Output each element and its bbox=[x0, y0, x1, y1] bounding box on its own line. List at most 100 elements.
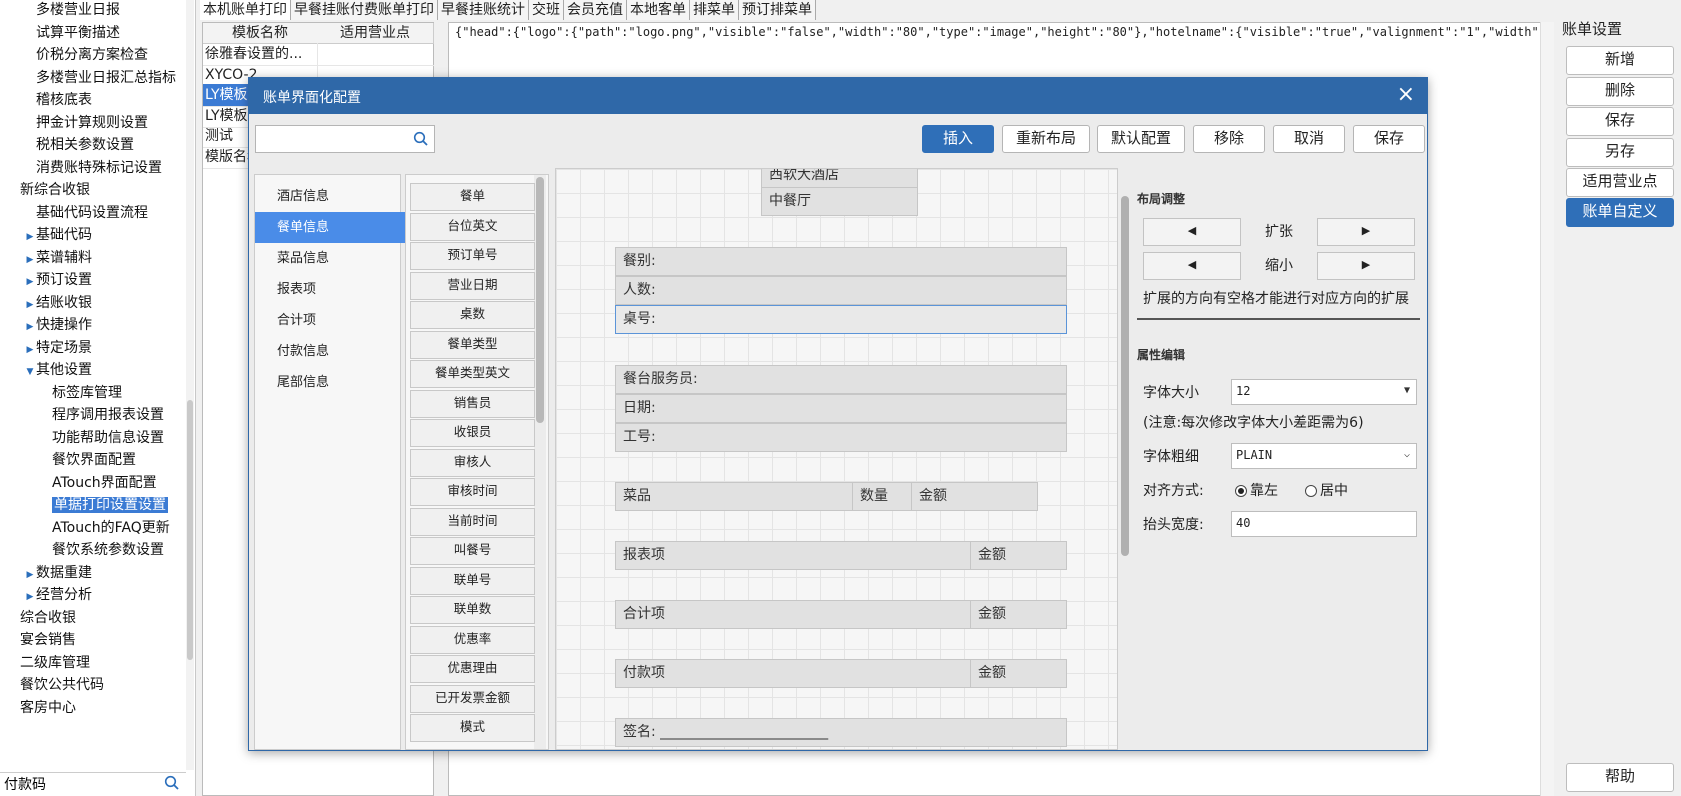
outlet-button[interactable]: 适用营业点 bbox=[1566, 168, 1674, 197]
column-header-outlet[interactable]: 适用营业点 bbox=[317, 23, 434, 44]
dialog-save-button[interactable]: 保存 bbox=[1353, 125, 1425, 153]
tree-item[interactable]: 餐饮公共代码 bbox=[8, 673, 104, 697]
tree-item[interactable]: 标签库管理 bbox=[40, 381, 122, 405]
tree-item[interactable]: ▶ 结账收银 bbox=[24, 291, 92, 315]
remove-button[interactable]: 移除 bbox=[1193, 125, 1265, 153]
field-button[interactable]: 预订单号 bbox=[410, 242, 535, 270]
shrink-left-button[interactable]: ◀ bbox=[1143, 252, 1241, 280]
align-left-option[interactable]: 靠左 bbox=[1235, 480, 1278, 500]
field-button[interactable]: 餐单类型英文 bbox=[410, 360, 535, 388]
field-button[interactable]: 餐单类型 bbox=[410, 330, 535, 359]
canvas-table-number[interactable]: 桌号: bbox=[615, 305, 1067, 334]
bill-customize-button[interactable]: 账单自定义 bbox=[1566, 198, 1674, 227]
field-button[interactable]: 审核时间 bbox=[410, 478, 535, 506]
search-icon[interactable] bbox=[164, 775, 180, 795]
tree-item[interactable]: 试算平衡描述 bbox=[24, 21, 120, 45]
column-header-template-name[interactable]: 模板名称 bbox=[203, 23, 318, 44]
save-as-button[interactable]: 另存 bbox=[1566, 138, 1674, 167]
tree-item[interactable]: 餐饮界面配置 bbox=[40, 448, 136, 472]
tree-item[interactable]: 功能帮助信息设置 bbox=[40, 426, 164, 450]
canvas-total-header[interactable]: 合计项 bbox=[615, 600, 979, 629]
canvas-amount-header[interactable]: 金额 bbox=[911, 482, 1038, 511]
font-size-select[interactable]: 12 ▼ bbox=[1231, 379, 1417, 405]
field-button[interactable]: 叫餐号 bbox=[410, 537, 535, 565]
font-weight-select[interactable]: PLAIN ⌵ bbox=[1231, 443, 1417, 469]
align-center-option[interactable]: 居中 bbox=[1305, 480, 1348, 500]
tab[interactable]: 本机账单打印 bbox=[200, 0, 291, 20]
tab[interactable]: 会员充值 bbox=[564, 0, 627, 20]
tree-item[interactable]: 消费账特殊标记设置 bbox=[24, 156, 162, 180]
tree-item[interactable]: ▶ 预订设置 bbox=[24, 268, 92, 292]
canvas-payment-amount[interactable]: 金额 bbox=[970, 659, 1067, 688]
tree-item[interactable]: 餐饮系统参数设置 bbox=[40, 538, 164, 562]
relayout-button[interactable]: 重新布局 bbox=[1002, 125, 1090, 153]
tree-item[interactable]: ▶ 数据重建 bbox=[24, 561, 92, 585]
tree-item[interactable]: ▶ 菜谱辅料 bbox=[24, 246, 92, 270]
shrink-right-button[interactable]: ▶ bbox=[1317, 252, 1415, 280]
bill-layout-canvas[interactable]: 西软大酒店 中餐厅 餐别: 人数: 桌号: 餐台服务员: 日期: 工号: 菜品 … bbox=[555, 168, 1118, 750]
category-item[interactable]: 尾部信息 bbox=[255, 367, 422, 398]
tree-item[interactable]: 价税分离方案检查 bbox=[24, 43, 148, 67]
field-button[interactable]: 营业日期 bbox=[410, 271, 535, 300]
canvas-guest-count[interactable]: 人数: bbox=[615, 276, 1067, 305]
field-button[interactable]: 联单号 bbox=[410, 566, 535, 595]
field-button[interactable]: 台位英文 bbox=[410, 212, 535, 241]
canvas-report-header[interactable]: 报表项 bbox=[615, 541, 979, 570]
field-search-input[interactable] bbox=[256, 126, 412, 152]
canvas-waiter[interactable]: 餐台服务员: bbox=[615, 365, 1067, 394]
field-button[interactable]: 模式 bbox=[410, 714, 535, 742]
help-button[interactable]: 帮助 bbox=[1566, 763, 1674, 792]
canvas-restaurant-name[interactable]: 中餐厅 bbox=[761, 187, 918, 216]
tab[interactable]: 交班 bbox=[529, 0, 564, 20]
field-button[interactable]: 联单数 bbox=[410, 596, 535, 624]
canvas-report-amount[interactable]: 金额 bbox=[970, 541, 1067, 570]
insert-button[interactable]: 插入 bbox=[922, 125, 994, 153]
tree-item[interactable]: 单据打印设置设置 bbox=[40, 493, 168, 517]
expand-left-button[interactable]: ◀ bbox=[1143, 218, 1241, 246]
add-button[interactable]: 新增 bbox=[1566, 46, 1674, 75]
tree-item[interactable]: 二级库管理 bbox=[8, 651, 90, 675]
field-button[interactable]: 优惠理由 bbox=[410, 655, 535, 683]
canvas-meal-type[interactable]: 餐别: bbox=[615, 247, 1067, 276]
header-width-input[interactable]: 40 bbox=[1231, 511, 1417, 537]
tree-item[interactable]: 宴会销售 bbox=[8, 628, 76, 652]
field-button[interactable]: 当前时间 bbox=[410, 507, 535, 536]
tree-search-input[interactable] bbox=[0, 773, 158, 795]
tab[interactable]: 排菜单 bbox=[690, 0, 739, 20]
tree-item[interactable]: ▶ 基础代码 bbox=[24, 223, 92, 247]
search-icon[interactable] bbox=[413, 131, 429, 151]
tab[interactable]: 早餐挂账统计 bbox=[438, 0, 529, 20]
tree-item[interactable]: ▶ 特定场景 bbox=[24, 336, 92, 360]
cancel-button[interactable]: 取消 bbox=[1273, 125, 1345, 153]
category-item[interactable]: 菜品信息 bbox=[255, 243, 422, 274]
tab[interactable]: 本地客单 bbox=[627, 0, 690, 20]
category-item[interactable]: 餐单信息 bbox=[255, 212, 422, 243]
field-button[interactable]: 餐单 bbox=[410, 183, 535, 211]
tab[interactable]: 早餐挂账付费账单打印 bbox=[291, 0, 438, 20]
tree-item[interactable]: 基础代码设置流程 bbox=[24, 201, 148, 225]
tree-item[interactable]: 综合收银 bbox=[8, 606, 76, 630]
field-button[interactable]: 已开发票金额 bbox=[410, 684, 535, 713]
canvas-signature[interactable]: 签名: ________________________ bbox=[615, 718, 1067, 747]
tree-item[interactable]: ▼ 其他设置 bbox=[24, 358, 92, 382]
canvas-scroll-thumb[interactable] bbox=[1121, 196, 1129, 556]
tree-item[interactable]: 多楼营业日报汇总指标 bbox=[24, 66, 176, 90]
close-icon[interactable]: × bbox=[1397, 83, 1415, 107]
category-item[interactable]: 报表项 bbox=[255, 274, 422, 305]
field-list-scroll-thumb[interactable] bbox=[536, 177, 544, 423]
category-item[interactable]: 酒店信息 bbox=[255, 181, 422, 212]
expand-right-button[interactable]: ▶ bbox=[1317, 218, 1415, 246]
radio-checked-icon[interactable] bbox=[1235, 485, 1247, 497]
tree-item[interactable]: ATouch的FAQ更新 bbox=[40, 516, 170, 540]
expand-down-icon[interactable]: ▼ bbox=[24, 360, 36, 384]
field-button[interactable]: 销售员 bbox=[410, 389, 535, 418]
tree-item[interactable]: 新综合收银 bbox=[8, 178, 90, 202]
field-button[interactable]: 审核人 bbox=[410, 448, 535, 477]
category-item[interactable]: 合计项 bbox=[255, 305, 422, 336]
tree-item[interactable]: 押金计算规则设置 bbox=[24, 111, 148, 135]
category-item[interactable]: 付款信息 bbox=[255, 336, 422, 367]
tree-item[interactable]: 客房中心 bbox=[8, 696, 76, 720]
tree-item[interactable]: ▶ 经营分析 bbox=[24, 583, 92, 607]
field-button[interactable]: 优惠率 bbox=[410, 625, 535, 654]
canvas-employee-id[interactable]: 工号: bbox=[615, 423, 1067, 452]
